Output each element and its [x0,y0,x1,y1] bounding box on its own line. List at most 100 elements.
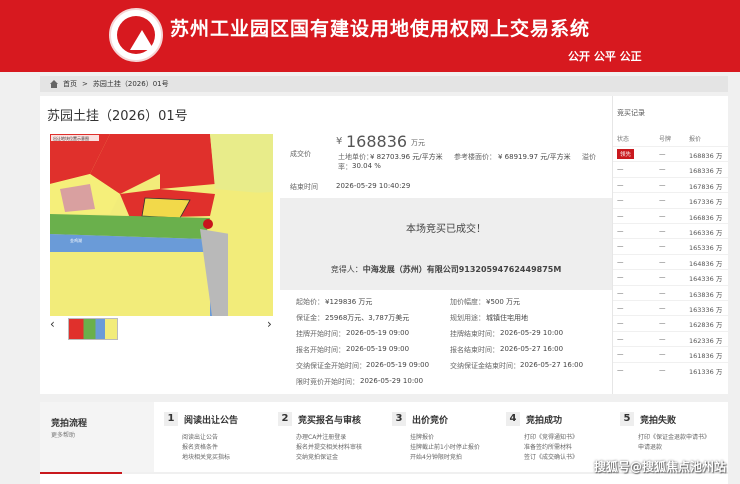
breadcrumb: 首页 > 苏园土挂（2026）01号 [40,76,728,92]
deposit-label: 保证金： [296,314,324,322]
winner-info: 竞得人：中海发展（苏州）有限公司91320594762449875M [280,264,612,275]
bid-number: — [659,180,666,189]
bid-status: 领先 [617,149,635,159]
timed-start: 2026-05-29 10:00 [360,377,424,385]
bid-row: — — 161336 万 [613,361,729,377]
bid-status: — [617,350,624,359]
bid-price: 168836 万 [689,152,723,160]
flow-step-number: 4 [506,412,520,426]
flow-step-link[interactable]: 挂牌报价 [410,432,434,441]
bid-price: 162336 万 [689,336,723,345]
flow-step-link[interactable]: 挂牌截止前1小时停止报价 [410,442,480,451]
bid-status: — [617,365,624,374]
bid-row: — — 168336 万 [613,161,729,176]
bid-price: 161336 万 [689,367,723,376]
usage: 城镇住宅用地 [486,314,528,322]
flow-step-link[interactable]: 打印《保证金退款申请书》 [638,432,710,441]
bid-row: — — 164836 万 [613,253,729,269]
bid-status: — [617,319,624,328]
deal-price: 168836 [346,132,408,151]
breadcrumb-separator: > [82,80,88,88]
list-start-label: 挂牌开始时间： [296,330,345,338]
flow-step-number: 2 [278,412,292,426]
deal-result-box: 本场竞买已成交！ 竞得人：中海发展（苏州）有限公司913205947624498… [280,198,612,290]
currency-symbol: ¥ [336,136,343,147]
ref-price-label: 参考楼面价： [454,153,496,161]
bid-number: — [659,150,666,158]
map-thumbnail-strip: ‹ › [50,317,273,340]
map-thumbnail[interactable] [68,318,118,340]
deposit: 25968万元、3,787万美元 [325,314,410,322]
bid-row: — — 162836 万 [613,315,729,330]
deposit-end: 2026-05-27 16:00 [520,361,584,369]
flow-step-link[interactable]: 报名并提交相关材料审核 [296,442,362,451]
bid-number: — [659,257,666,266]
bid-status: — [617,211,624,220]
bid-status: — [617,273,624,282]
flow-step-title: 阅读出让公告 [184,416,239,426]
bid-col-status: 状态 [617,136,630,143]
increment: ¥500 万元 [486,298,521,306]
flow-step-link[interactable]: 开始4分钟限时竞拍 [410,452,462,461]
site-slogan: 公开 公平 公正 [568,50,642,63]
flow-step-link[interactable]: 申请退款 [638,442,662,451]
bid-number: — [659,242,666,251]
deal-price-unit: 万元 [411,139,425,147]
bid-price: 163836 万 [689,290,723,299]
deal-price-label: 成交价 [290,150,311,158]
parcel-map-image[interactable]: 出让地块位置示意图 金鸡湖 [50,134,273,316]
reg-end-label: 报名结束时间： [450,346,499,354]
end-time: 2026-05-29 10:40:29 [336,182,411,190]
deposit-start-label: 交纳保证金开始时间： [296,362,366,370]
flow-step-title: 出价竞价 [412,416,449,426]
watermark-text: 搜狐号@搜狐焦点池州站 [593,460,726,474]
bid-records-title: 竞买记录 [617,109,645,117]
flow-sidebar: 竞拍流程 更多帮助 [40,402,154,472]
bid-number: — [659,273,666,282]
flow-title: 竞拍流程 [51,419,88,429]
list-end: 2026-05-29 10:00 [500,329,564,337]
ref-price: ¥ 68919.97 元/平方米 [498,153,571,161]
site-logo-icon[interactable] [109,8,163,62]
flow-step-link[interactable]: 报名资格条件 [182,442,218,451]
bid-row: — — 165336 万 [613,238,729,253]
deal-status-message: 本场竞买已成交！ [406,224,486,235]
flow-more-help-link[interactable]: 更多帮助 [51,430,75,439]
floor-price-label: 土地单价： [338,153,373,161]
map-legend-label: 出让地块位置示意图 [53,135,89,141]
flow-step-link[interactable]: 准备签约所需材料 [524,442,572,451]
list-start: 2026-05-19 09:00 [346,329,410,337]
bid-number: — [659,319,666,328]
end-time-label: 结束时间 [290,183,318,191]
flow-step-number: 1 [164,412,178,426]
footer-bar [40,474,728,484]
chevron-right-icon[interactable]: › [267,317,272,331]
bid-number: — [659,196,666,205]
flow-step-link[interactable]: 打印《竞得通知书》 [524,432,578,441]
bid-number: — [659,350,666,359]
bid-status: — [617,334,624,343]
deposit-start: 2026-05-19 09:00 [366,361,430,369]
bid-row: — — 166336 万 [613,223,729,238]
site-title: 苏州工业园区国有建设用地使用权网上交易系统 [170,18,591,40]
premium-label: 溢价 [582,153,596,161]
breadcrumb-home-link[interactable]: 首页 [63,79,77,89]
flow-step-link[interactable]: 阅读出让公告 [182,432,218,441]
bid-number: — [659,227,666,235]
home-icon[interactable] [50,80,58,88]
bid-price: 164836 万 [689,259,723,268]
start-price-label: 起始价： [296,298,324,306]
bid-price: 168336 万 [689,167,723,176]
bid-number: — [659,365,666,374]
site-header: 苏州工业园区国有建设用地使用权网上交易系统 公开 公平 公正 [0,0,740,72]
flow-step-link[interactable]: 地块相关竞买指标 [182,452,230,461]
bid-row: — — 167836 万 [613,176,729,192]
chevron-left-icon[interactable]: ‹ [50,317,55,331]
flow-step-link[interactable]: 交纳竞拍保证金 [296,452,338,461]
flow-step-link[interactable]: 办理CA并注册登录 [296,432,346,441]
bid-number: — [659,211,666,220]
flow-step-link[interactable]: 签订《成交确认书》 [524,452,578,461]
bid-row: — — 162336 万 [613,330,729,346]
bid-status: — [617,288,624,297]
reg-end: 2026-05-27 16:00 [500,345,564,353]
